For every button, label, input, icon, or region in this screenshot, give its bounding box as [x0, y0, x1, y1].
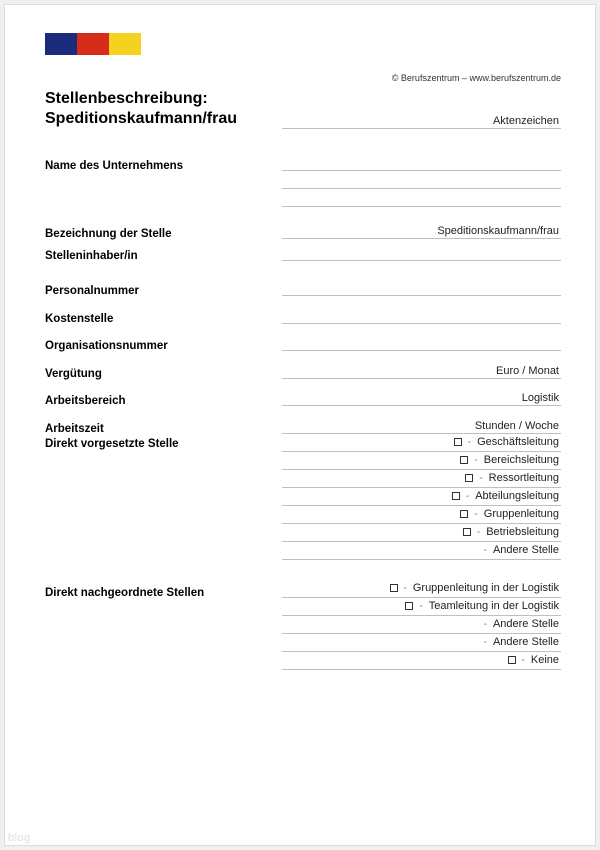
superior-option-row: -Bereichsleitung — [282, 452, 561, 470]
checkbox-icon[interactable] — [460, 456, 468, 464]
superior-option-label: Abteilungsleitung — [475, 490, 559, 502]
dash-icon: - — [474, 509, 477, 520]
document-title: Stellenbeschreibung: Speditionskaufmann/… — [45, 89, 282, 129]
dash-icon: - — [404, 583, 407, 594]
label-subordinate: Direkt nachgeordnete Stellen — [45, 580, 282, 602]
dash-icon: - — [468, 437, 471, 448]
label-org-no: Organisationsnummer — [45, 333, 282, 355]
label-salary: Vergütung — [45, 361, 282, 383]
checkbox-icon[interactable] — [465, 474, 473, 482]
logo-flag — [45, 33, 141, 55]
superior-option-row: -Ressortleitung — [282, 470, 561, 488]
superior-option-row: -Gruppenleitung — [282, 506, 561, 524]
subordinate-option-label: Andere Stelle — [493, 618, 559, 630]
checkbox-icon[interactable] — [508, 656, 516, 664]
label-position: Bezeichnung der Stelle — [45, 221, 282, 243]
dash-icon: - — [522, 655, 525, 666]
field-company-3[interactable] — [282, 189, 561, 207]
superior-option-row: -Betriebsleitung — [282, 524, 561, 542]
watermark: blog — [8, 832, 31, 844]
title-line-1: Stellenbeschreibung: — [45, 90, 208, 107]
subordinate-option-row: -Andere Stelle — [282, 616, 561, 634]
checkbox-icon[interactable] — [460, 510, 468, 518]
subordinate-option-row: -Gruppenleitung in der Logistik — [282, 580, 561, 598]
dash-icon: - — [484, 545, 487, 556]
dash-icon: - — [479, 473, 482, 484]
dash-icon: - — [477, 527, 480, 538]
checkbox-icon[interactable] — [463, 528, 471, 536]
dash-icon: - — [484, 637, 487, 648]
dash-icon: - — [466, 491, 469, 502]
label-superior: Direkt vorgesetzte Stelle — [45, 437, 282, 453]
label-work-area: Arbeitsbereich — [45, 388, 282, 410]
field-salary[interactable]: Euro / Monat — [282, 361, 561, 379]
superior-option-row: -Andere Stelle — [282, 542, 561, 560]
label-holder: Stelleninhaber/in — [45, 243, 282, 265]
subordinate-option-row: -Teamleitung in der Logistik — [282, 598, 561, 616]
field-company-2[interactable] — [282, 171, 561, 189]
checkbox-icon[interactable] — [454, 438, 462, 446]
field-aktenzeichen[interactable]: Aktenzeichen — [282, 111, 561, 129]
label-cost-center: Kostenstelle — [45, 306, 282, 328]
superior-option-label: Geschäftsleitung — [477, 436, 559, 448]
dash-icon: - — [484, 619, 487, 630]
checkbox-icon[interactable] — [405, 602, 413, 610]
subordinate-option-label: Keine — [531, 654, 559, 666]
superior-option-label: Gruppenleitung — [484, 508, 559, 520]
superior-option-label: Betriebsleitung — [486, 526, 559, 538]
checkbox-icon[interactable] — [390, 584, 398, 592]
dash-icon: - — [474, 455, 477, 466]
field-org-no[interactable] — [282, 333, 561, 351]
field-personnel-no[interactable] — [282, 278, 561, 296]
field-cost-center[interactable] — [282, 306, 561, 324]
dash-icon: - — [419, 601, 422, 612]
field-work-time[interactable]: Stunden / Woche — [282, 416, 561, 434]
checkbox-icon[interactable] — [452, 492, 460, 500]
title-line-2: Speditionskaufmann/frau — [45, 110, 237, 127]
field-holder[interactable] — [282, 243, 561, 261]
subordinate-option-label: Gruppenleitung in der Logistik — [413, 582, 559, 594]
label-personnel-no: Personalnummer — [45, 278, 282, 300]
field-work-area[interactable]: Logistik — [282, 388, 561, 406]
label-company: Name des Unternehmens — [45, 153, 282, 175]
superior-option-row: -Abteilungsleitung — [282, 488, 561, 506]
subordinate-option-label: Teamleitung in der Logistik — [429, 600, 559, 612]
document-page: © Berufszentrum – www.berufszentrum.de S… — [4, 4, 596, 846]
superior-option-row: -Geschäftsleitung — [282, 434, 561, 452]
superior-option-label: Ressortleitung — [489, 472, 559, 484]
subordinate-option-row: -Keine — [282, 652, 561, 670]
label-work-time: Arbeitszeit — [45, 422, 282, 438]
field-company-1[interactable] — [282, 153, 561, 171]
subordinate-option-row: -Andere Stelle — [282, 634, 561, 652]
copyright-text: © Berufszentrum – www.berufszentrum.de — [45, 73, 561, 83]
superior-option-label: Bereichsleitung — [484, 454, 559, 466]
field-position[interactable]: Speditionskaufmann/frau — [282, 221, 561, 239]
subordinate-option-label: Andere Stelle — [493, 636, 559, 648]
superior-option-label: Andere Stelle — [493, 544, 559, 556]
